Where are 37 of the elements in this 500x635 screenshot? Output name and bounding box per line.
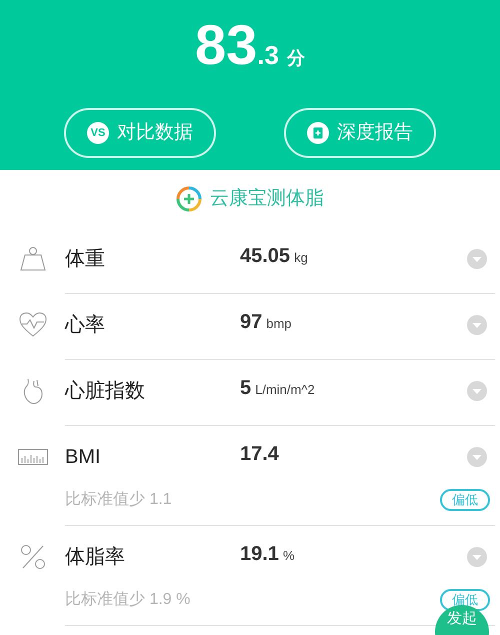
heart-organ-icon: [22, 377, 44, 405]
metric-value: 5: [240, 376, 252, 401]
metric-note: 比标准值少 1.9 %: [65, 590, 190, 610]
status-badge: 偏低: [440, 489, 490, 511]
percent-icon: [20, 544, 46, 570]
dropdown-icon[interactable]: [467, 315, 487, 335]
metric-value: 19.1: [240, 542, 279, 567]
weight-icon: [18, 246, 46, 272]
metric-label: 心脏指数: [65, 379, 146, 404]
start-contest-button[interactable]: 发起: [435, 605, 489, 635]
metric-label: BMI: [65, 445, 102, 470]
compare-button[interactable]: VS 对比数据: [64, 108, 216, 158]
metric-unit: %: [282, 547, 294, 565]
metric-unit: L/min/m^2: [255, 381, 315, 399]
metric-label: 体脂率: [65, 545, 126, 570]
brand-logo-icon: [176, 186, 202, 212]
vs-icon: VS: [87, 122, 109, 144]
report-button[interactable]: 深度报告: [284, 108, 436, 158]
score-value: 83: [195, 12, 258, 78]
brand-name: 云康宝测体脂: [210, 186, 324, 211]
metric-label: 心率: [65, 313, 106, 338]
score-unit: 分: [286, 47, 305, 70]
dropdown-icon[interactable]: [467, 249, 487, 269]
metric-value: 45.05: [240, 244, 290, 269]
score-decimal: .3: [257, 39, 279, 72]
dropdown-icon[interactable]: [467, 381, 487, 401]
metric-value: 17.4: [240, 442, 279, 467]
dropdown-icon[interactable]: [467, 547, 487, 567]
metric-value: 97: [240, 310, 262, 335]
dropdown-icon[interactable]: [467, 447, 487, 467]
metric-unit: kg: [294, 249, 308, 267]
heart-pulse-icon: [18, 312, 46, 338]
clipboard-icon: [307, 122, 329, 144]
metric-label: 体重: [65, 247, 106, 272]
metric-unit: bmp: [266, 315, 292, 333]
bar-chart-icon: [18, 449, 48, 465]
metric-note: 比标准值少 1.1: [65, 490, 172, 510]
